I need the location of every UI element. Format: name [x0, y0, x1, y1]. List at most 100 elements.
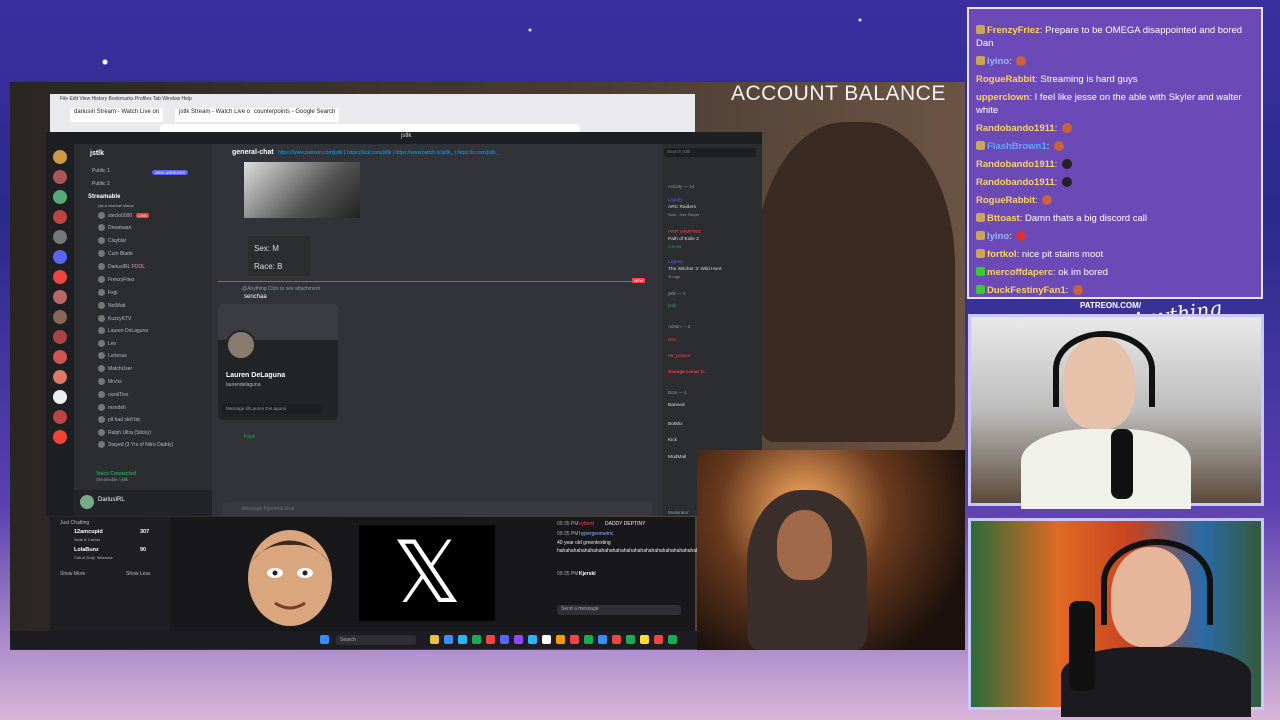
voice-user[interactable]: Mrchs [98, 378, 122, 385]
voice-user[interactable]: FrenzyFriez [98, 276, 134, 283]
browser-tab-2[interactable]: jstlk Stream - Watch Live on [175, 108, 258, 122]
member-bot[interactable]: BotMix [668, 422, 683, 427]
user-panel[interactable]: DariusIRL [74, 490, 212, 516]
host-face [1063, 337, 1135, 429]
category-public-1[interactable]: Public 1 [92, 168, 110, 174]
voice-user[interactable]: Stayed (3 Yrs of Nitro Daddy) [98, 441, 173, 448]
chat-message: lyino: [976, 230, 1258, 243]
voice-user[interactable]: Lauren DeLaguna [98, 327, 148, 334]
app-icon[interactable] [556, 635, 565, 644]
message-author[interactable]: senchaa [244, 294, 267, 300]
app-icon[interactable] [626, 635, 635, 644]
member-owner[interactable]: jstlk [668, 304, 676, 309]
discord-title: jstlk [401, 133, 412, 139]
browser-tab-3[interactable]: counterpoints - Google Search [250, 108, 340, 122]
activity-game: The Witcher 3: Wild Hunt [668, 267, 722, 272]
server-icon[interactable] [53, 170, 67, 184]
activity-user[interactable]: Lrguey [668, 260, 683, 265]
show-less-link[interactable]: Show Less [126, 571, 150, 577]
server-icon[interactable] [53, 370, 67, 384]
channel-name[interactable]: LolaBunz [74, 547, 99, 553]
server-icon[interactable] [53, 330, 67, 344]
server-icon[interactable] [53, 190, 67, 204]
taskbar-search[interactable]: Search [336, 635, 416, 645]
server-icon[interactable] [53, 310, 67, 324]
start-icon[interactable] [320, 635, 329, 644]
app-icon[interactable] [500, 635, 509, 644]
voice-user[interactable]: DariusIRL FOOL [98, 263, 145, 270]
new-unreads-pill[interactable]: NEW UNREADS [152, 170, 189, 175]
voice-user[interactable]: ouralTios [98, 391, 128, 398]
server-icon[interactable] [53, 210, 67, 224]
server-icon[interactable] [53, 150, 67, 164]
server-icon[interactable] [53, 270, 67, 284]
app-icon[interactable] [584, 635, 593, 644]
app-icon[interactable] [612, 635, 621, 644]
member-bot[interactable]: Banned [668, 403, 685, 408]
server-icon[interactable] [53, 390, 67, 404]
app-icon[interactable] [654, 635, 663, 644]
member-admin[interactable]: Mr_poison [668, 354, 690, 359]
activity-user[interactable]: Lrguey [668, 198, 683, 203]
voice-user[interactable]: KuzzyKTV [98, 315, 131, 322]
voice-user[interactable]: NotMatt [98, 302, 126, 309]
send-message-input[interactable]: Send a message [557, 605, 681, 615]
server-name[interactable]: jstlk [90, 150, 104, 157]
app-icon[interactable] [444, 635, 453, 644]
app-icon[interactable] [472, 635, 481, 644]
app-icon[interactable] [486, 635, 495, 644]
member-bot[interactable]: ModMail [668, 455, 686, 460]
server-icon[interactable] [53, 430, 67, 444]
image-attachment[interactable] [244, 162, 360, 218]
app-icon[interactable] [528, 635, 537, 644]
voice-channel-streamable[interactable]: Streamable [88, 194, 120, 200]
member-admin[interactable]: Savage Lunar C. [668, 370, 706, 375]
channel-status: (as a channel status [98, 203, 134, 208]
chat-user[interactable]: Kjerski [579, 571, 596, 577]
app-icon[interactable] [458, 635, 467, 644]
app-icon[interactable] [668, 635, 677, 644]
browser-menu-bar[interactable]: File Edit View History Bookmarks Profile… [60, 96, 192, 102]
voice-user[interactable]: MatchUser [98, 365, 132, 372]
message-composer[interactable]: Message #general-chat [222, 502, 652, 516]
app-icon[interactable] [570, 635, 579, 644]
voice-user[interactable]: steclo0000 LIVE [98, 212, 149, 219]
app-icon[interactable] [430, 635, 439, 644]
activity-user[interactable]: PRR VAMPIRE [668, 230, 701, 235]
server-icon[interactable] [53, 290, 67, 304]
profile-username: laurendelaguna [226, 382, 261, 388]
voice-user[interactable]: Clayblar [98, 237, 126, 244]
voice-user[interactable]: mxndeh [98, 404, 126, 411]
browser-tab-1[interactable]: dariusiri Stream - Watch Live on [70, 108, 164, 122]
voice-connected-panel[interactable]: Voice Connected Streamable / jstlk [96, 471, 136, 482]
channel-topic-links[interactable]: https://www.patreon.com/jstlk | https://… [278, 150, 498, 156]
voice-user[interactable]: Fxgi [98, 289, 117, 296]
voice-user[interactable]: Lorlesus [98, 352, 127, 359]
app-icon[interactable] [598, 635, 607, 644]
channel-name[interactable]: 12amcupid [74, 529, 103, 535]
category-public-2[interactable]: Public 2 [92, 181, 110, 187]
voice-user[interactable]: Lev [98, 340, 116, 347]
reply-preview[interactable]: @Anything Click to see attachment [242, 286, 320, 292]
profile-message-input[interactable]: Message @Lauren DeLaguna [222, 404, 322, 414]
voice-user[interactable]: Ralph Ultra (Sticky) [98, 429, 151, 436]
new-tag: NEW [632, 278, 646, 283]
app-icon[interactable] [514, 635, 523, 644]
owner-header: jstlk — 1 [668, 291, 686, 296]
voice-user[interactable]: Dreamaan [98, 224, 131, 231]
server-icon[interactable] [53, 410, 67, 424]
app-icon[interactable] [542, 635, 551, 644]
voice-user[interactable]: plt bad skill btc [98, 416, 141, 423]
app-icon[interactable] [640, 635, 649, 644]
show-more-link[interactable]: Show More [60, 571, 85, 577]
server-icon[interactable] [53, 250, 67, 264]
voice-user[interactable]: Cum Blade [98, 250, 133, 257]
server-icon[interactable] [53, 230, 67, 244]
member-bot[interactable]: Kick [668, 438, 677, 443]
message-author[interactable]: Fapn [244, 434, 255, 440]
search-input[interactable]: Search jstlk [664, 148, 756, 157]
chat-user[interactable]: hypergeometric [579, 531, 613, 537]
server-icon[interactable] [53, 350, 67, 364]
chat-user[interactable]: cyberd [579, 521, 594, 527]
member-admin[interactable]: Riot [668, 338, 677, 343]
